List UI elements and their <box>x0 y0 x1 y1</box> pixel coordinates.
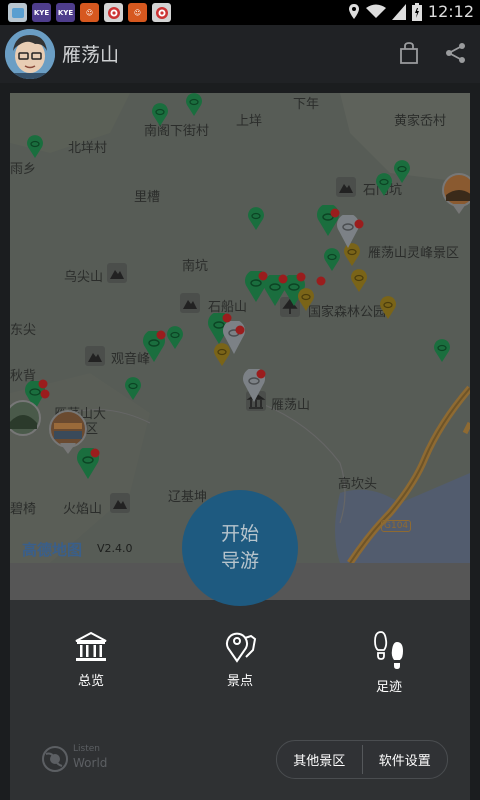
map-label: 雁荡山 <box>271 398 311 413</box>
map-attribution: 高德地图 <box>22 541 83 559</box>
kye-icon: KYE <box>32 3 51 22</box>
count-badge <box>316 276 326 286</box>
app-icon: ☺ <box>80 3 99 22</box>
app-icon: ☺ <box>128 3 147 22</box>
app-header: 雁荡山 <box>0 25 480 83</box>
map-pin-icon <box>226 632 257 663</box>
map-label: 下年 <box>293 97 320 112</box>
spot-marker-visited[interactable] <box>297 288 315 312</box>
start-tour-button[interactable]: 开始 导游 <box>182 490 298 606</box>
brand-line2: World <box>73 756 108 770</box>
spot-marker[interactable] <box>247 207 265 231</box>
start-tour-label-line1: 开始 <box>220 523 259 545</box>
spot-marker[interactable] <box>124 377 142 401</box>
map-label: 黄家岙村 <box>394 114 447 129</box>
globe-icon <box>42 746 68 772</box>
status-bar: KYE KYE ☺ ☺ 12:12 <box>0 0 480 25</box>
mountain-icon <box>336 177 356 197</box>
settings-button[interactable]: 软件设置 <box>363 741 448 778</box>
museum-icon <box>75 631 107 661</box>
other-areas-button[interactable]: 其他景区 <box>277 741 362 778</box>
spot-marker-visited[interactable] <box>350 269 368 293</box>
start-tour-label-line2: 导游 <box>220 550 259 572</box>
spot-marker[interactable] <box>166 326 184 350</box>
count-badge <box>222 313 232 323</box>
map-label: 乌尖山 <box>64 270 104 285</box>
map-label: 碧椅 <box>10 502 37 517</box>
map-label: 北垟村 <box>68 141 108 156</box>
action-pill: 其他景区 软件设置 <box>276 740 448 779</box>
spot-marker[interactable] <box>26 135 44 159</box>
map-label: 高坎头 <box>338 477 378 492</box>
wifi-icon <box>365 4 386 18</box>
map-label: 国家森林公园 <box>308 305 387 320</box>
nav-footprints-label: 足迹 <box>375 680 402 695</box>
count-badge <box>235 325 245 335</box>
mountain-icon <box>85 346 105 366</box>
target-icon <box>104 3 123 22</box>
spot-marker[interactable] <box>323 248 341 272</box>
count-badge <box>38 379 48 389</box>
count-badge <box>278 274 288 284</box>
nav-footprints[interactable]: 足迹 <box>334 630 444 695</box>
photo-marker[interactable] <box>442 173 470 215</box>
count-badge <box>354 219 364 229</box>
mountain-icon <box>110 493 130 513</box>
bag-icon[interactable] <box>396 40 422 66</box>
map-label: 南坑 <box>182 259 209 274</box>
map-version: V2.4.0 <box>97 542 133 555</box>
map-label: 雁荡山灵峰景区 <box>368 246 460 261</box>
notification-icons: KYE KYE ☺ ☺ <box>8 3 171 22</box>
location-icon <box>348 4 359 19</box>
count-badge <box>296 272 306 282</box>
spot-marker-visited[interactable] <box>379 296 397 320</box>
nav-spots-label: 景点 <box>226 674 253 689</box>
map-label: 东尖 <box>10 323 37 338</box>
count-badge <box>258 271 268 281</box>
battery-icon <box>411 2 422 21</box>
map-label: 上垟 <box>236 114 263 129</box>
target-icon <box>152 3 171 22</box>
spot-marker[interactable] <box>185 93 203 117</box>
footprints-icon <box>374 631 403 669</box>
nav-spots[interactable]: 景点 <box>185 630 295 689</box>
count-badge <box>40 389 50 399</box>
listen-world-logo: Listen World <box>40 742 120 776</box>
spot-marker[interactable] <box>151 103 169 127</box>
count-badge <box>330 208 340 218</box>
avatar[interactable] <box>5 29 55 79</box>
map-label: 火焰山 <box>63 502 103 517</box>
spot-marker[interactable] <box>433 339 451 363</box>
clock: 12:12 <box>427 2 474 21</box>
spot-marker[interactable] <box>393 160 411 184</box>
photo-marker[interactable] <box>48 409 88 455</box>
count-badge <box>256 369 266 379</box>
mountain-icon <box>107 263 127 283</box>
photo-marker[interactable] <box>10 399 42 441</box>
count-badge <box>90 448 100 458</box>
mountain-icon <box>180 293 200 313</box>
photo-icon <box>8 3 27 22</box>
share-icon[interactable] <box>443 40 469 66</box>
nav-overview[interactable]: 总览 <box>36 630 146 689</box>
map-label: 雨乡 <box>10 162 37 177</box>
bottom-panel: 总览 景点 足迹 Listen World 其他景区 软件设置 <box>10 600 470 800</box>
page-title: 雁荡山 <box>62 44 120 66</box>
kye-icon: KYE <box>56 3 75 22</box>
brand-line1: Listen <box>73 744 100 754</box>
spot-marker[interactable] <box>375 173 393 197</box>
highway-shield: G104 <box>381 520 412 532</box>
signal-icon <box>391 3 406 20</box>
map-label: 辽基坤 <box>168 490 208 505</box>
nav-overview-label: 总览 <box>77 674 104 689</box>
map-label: 里槽 <box>134 190 161 205</box>
count-badge <box>156 330 166 340</box>
